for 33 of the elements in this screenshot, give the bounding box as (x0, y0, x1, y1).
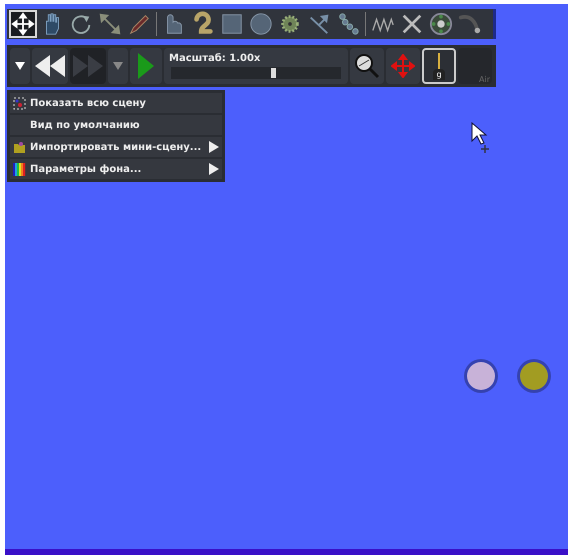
circle-icon (249, 11, 273, 37)
gravity-toggle[interactable]: g (422, 48, 456, 84)
rewind-icon (35, 55, 65, 77)
circle-body[interactable] (517, 359, 551, 393)
fast-forward-icon (73, 55, 103, 77)
slider-thumb[interactable] (271, 68, 276, 78)
menu-item[interactable]: Показать всю сцену (10, 93, 222, 113)
folder-icon (13, 140, 26, 154)
rainbow-icon (13, 162, 26, 176)
zoom-label: Масштаб: 1.00x (169, 54, 262, 64)
menu-item[interactable]: Параметры фона... (10, 159, 222, 179)
wheel-icon (429, 11, 453, 37)
dropdown-button[interactable] (10, 48, 30, 84)
scene-canvas[interactable]: Масштаб: 1.00x g Air Показать всю сцену Вид по умолчанию Импортировать мини-сцену... Параметры фона... (5, 4, 568, 555)
rewind-button[interactable] (32, 48, 68, 84)
move-arrows-icon (11, 11, 35, 37)
zoom-slider[interactable] (171, 66, 341, 78)
menu-item[interactable]: Импортировать мини-сцену... (10, 137, 222, 157)
circle-body[interactable] (464, 359, 498, 393)
play-button[interactable] (130, 48, 162, 84)
caret-icon (15, 62, 25, 70)
submenu-arrow-icon (209, 163, 219, 175)
caret-icon (113, 62, 123, 70)
tool-button[interactable] (427, 10, 455, 38)
submenu-arrow-icon (209, 141, 219, 153)
magnifier-icon (354, 53, 380, 79)
diagonal-arrow-icon (98, 11, 122, 37)
frame-icon (13, 96, 26, 110)
menu-item[interactable]: Вид по умолчанию (10, 115, 222, 135)
zoom-button[interactable] (350, 48, 384, 84)
tool-button[interactable] (9, 10, 37, 38)
play-icon (138, 53, 154, 79)
move-arrows-icon (391, 54, 415, 78)
